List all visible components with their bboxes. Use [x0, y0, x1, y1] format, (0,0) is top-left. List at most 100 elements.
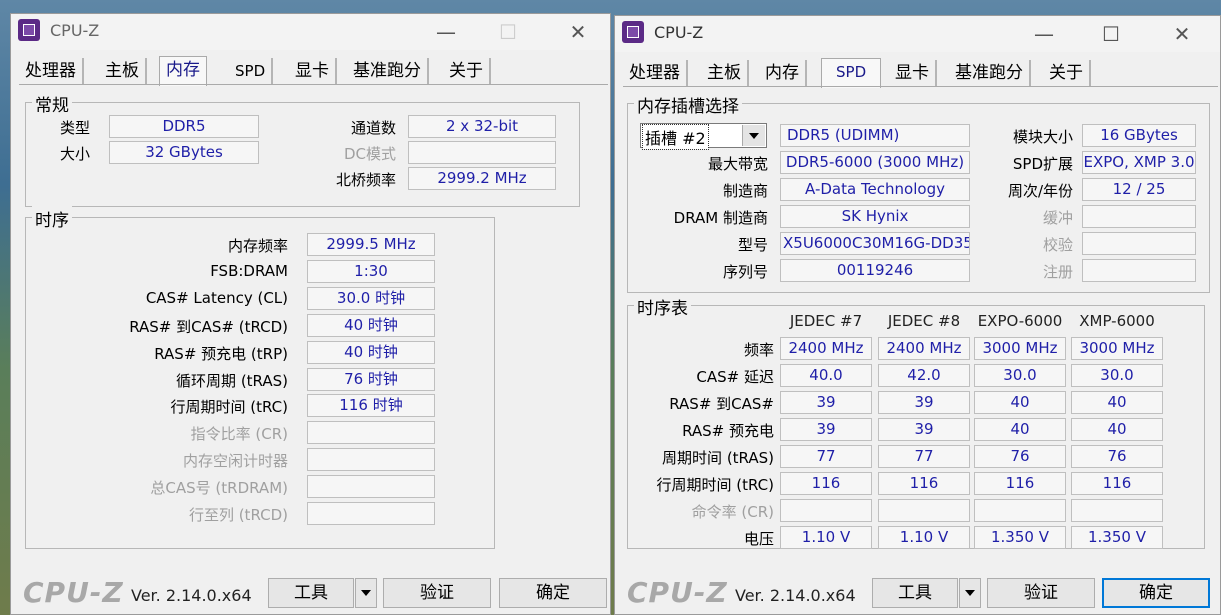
tab-underline	[623, 86, 1218, 87]
size-value: 32 GBytes	[109, 141, 259, 164]
title-bar[interactable]: CPU-Z — ☐ ✕	[615, 16, 1220, 52]
maximize-icon[interactable]: ☐	[1096, 22, 1126, 46]
timing-cell: 3000 MHz	[1071, 337, 1163, 360]
serial-label: 序列号	[722, 263, 768, 281]
slot-select-value: 插槽 #2	[642, 124, 709, 150]
timing-cell: 40	[974, 418, 1066, 441]
footer: CPU-Z Ver. 2.14.0.x64 工具 验证 确定	[11, 572, 610, 614]
tab-about[interactable]: 关于	[1043, 60, 1091, 86]
tab-spd[interactable]: SPD	[821, 58, 882, 88]
tab-processor[interactable]: 处理器	[623, 60, 688, 86]
cpuz-brand-logo: CPU-Z	[627, 576, 728, 609]
timing-label: 行至列 (tRCD)	[188, 506, 288, 524]
serial-value: 00119246	[780, 259, 970, 282]
timing-value: 1:30	[307, 259, 435, 283]
part-number-value: X5U6000C30M16G-DD350	[780, 232, 970, 255]
timing-value	[307, 421, 435, 445]
tab-spd[interactable]: SPD	[229, 58, 274, 84]
minimize-icon[interactable]: —	[1029, 22, 1059, 46]
max-bandwidth-value: DDR5-6000 (3000 MHz)	[780, 151, 970, 174]
buffered-label: 缓冲	[1042, 209, 1073, 227]
timing-cell: 3000 MHz	[974, 337, 1066, 360]
week-year-label: 周次/年份	[1007, 182, 1073, 200]
timing-cell: 42.0	[878, 364, 970, 387]
timing-column-header: JEDEC #8	[887, 312, 961, 330]
timing-column-header: JEDEC #7	[789, 312, 863, 330]
timing-row-label: 行周期时间 (tRC)	[656, 476, 774, 494]
timing-cell: 39	[878, 418, 970, 441]
dc-mode-label: DC模式	[343, 145, 396, 163]
nb-freq-value: 2999.2 MHz	[408, 167, 556, 190]
timing-cell: 40	[1071, 391, 1163, 414]
timing-label: FSB:DRAM	[210, 261, 288, 280]
title-bar[interactable]: CPU-Z — ☐ ✕	[11, 14, 610, 50]
close-icon[interactable]: ✕	[1167, 22, 1197, 46]
timing-label: 总CAS号 (tRDRAM)	[150, 479, 288, 498]
dram-mfr-label: DRAM 制造商	[673, 209, 768, 227]
timing-label: RAS# 预充电 (tRP)	[154, 344, 288, 363]
tab-bench[interactable]: 基准跑分	[347, 58, 429, 84]
cpuz-app-icon	[622, 21, 644, 43]
tab-memory[interactable]: 内存	[159, 56, 207, 86]
validate-button[interactable]: 验证	[383, 578, 491, 608]
correction-label: 校验	[1042, 236, 1073, 254]
timing-label: 内存空闲计时器	[182, 452, 288, 471]
version-text: Ver. 2.14.0.x64	[131, 586, 252, 605]
tab-bench[interactable]: 基准跑分	[949, 60, 1031, 86]
max-bandwidth-label: 最大带宽	[707, 155, 768, 173]
timing-row-label: 频率	[743, 341, 774, 359]
timing-cell: 39	[780, 418, 872, 441]
window-title: CPU-Z	[654, 23, 704, 42]
tab-graphics[interactable]: 显卡	[889, 60, 937, 86]
timing-row-label: RAS# 预充电	[682, 422, 774, 440]
ok-button[interactable]: 确定	[1102, 578, 1210, 608]
timing-value: 116 时钟	[307, 394, 435, 418]
timing-cell: 39	[878, 391, 970, 414]
timing-cell: 77	[780, 445, 872, 468]
timing-value: 30.0 时钟	[307, 286, 435, 310]
timing-cell: 1.350 V	[974, 526, 1066, 549]
tab-mainboard[interactable]: 主板	[99, 58, 147, 84]
tab-memory[interactable]: 内存	[759, 60, 807, 86]
timing-table-group: 时序表 JEDEC #7 JEDEC #8 EXPO-6000 XMP-6000 频率 2…	[627, 294, 1205, 549]
timing-cell: 40.0	[780, 364, 872, 387]
timing-cell: 30.0	[974, 364, 1066, 387]
timing-column-header: EXPO-6000	[977, 312, 1063, 330]
nb-freq-label: 北桥频率	[335, 171, 396, 189]
timing-cell: 76	[974, 445, 1066, 468]
type-value: DDR5	[109, 115, 259, 138]
cpuz-window-spd: CPU-Z — ☐ ✕ 处理器 主板 内存 SPD 显卡 基准跑分 关于 内存插…	[614, 15, 1221, 615]
timing-row-label: 电压	[743, 530, 774, 548]
slot-title: 内存插槽选择	[634, 92, 742, 117]
tools-button[interactable]: 工具	[268, 578, 354, 608]
size-label: 大小	[59, 145, 90, 163]
timing-row-label: CAS# 延迟	[696, 368, 774, 386]
minimize-icon[interactable]: —	[431, 20, 461, 44]
tab-about[interactable]: 关于	[443, 58, 491, 84]
timing-table-title: 时序表	[634, 294, 691, 319]
footer: CPU-Z Ver. 2.14.0.x64 工具 验证 确定	[615, 572, 1220, 614]
tools-dropdown-icon[interactable]	[959, 578, 981, 608]
slot-select[interactable]: 插槽 #2	[640, 123, 767, 150]
timing-cell	[974, 499, 1066, 522]
timing-value: 40 时钟	[307, 340, 435, 364]
timing-cell: 1.350 V	[1071, 526, 1163, 549]
dram-mfr-value: SK Hynix	[780, 205, 970, 228]
tab-mainboard[interactable]: 主板	[701, 60, 749, 86]
validate-button[interactable]: 验证	[987, 578, 1095, 608]
tab-processor[interactable]: 处理器	[19, 58, 84, 84]
chevron-down-icon[interactable]	[742, 125, 765, 146]
timing-cell: 40	[974, 391, 1066, 414]
timings-title: 时序	[32, 206, 72, 231]
timing-value	[307, 475, 435, 499]
tools-button[interactable]: 工具	[872, 578, 958, 608]
close-icon[interactable]: ✕	[563, 20, 593, 44]
tab-underline	[19, 84, 608, 85]
ok-button[interactable]: 确定	[499, 578, 607, 608]
timing-cell: 77	[878, 445, 970, 468]
tab-graphics[interactable]: 显卡	[289, 58, 337, 84]
timing-label: CAS# Latency (CL)	[145, 288, 288, 307]
type-label: 类型	[59, 119, 90, 137]
timing-value	[307, 448, 435, 472]
tools-dropdown-icon[interactable]	[355, 578, 377, 608]
